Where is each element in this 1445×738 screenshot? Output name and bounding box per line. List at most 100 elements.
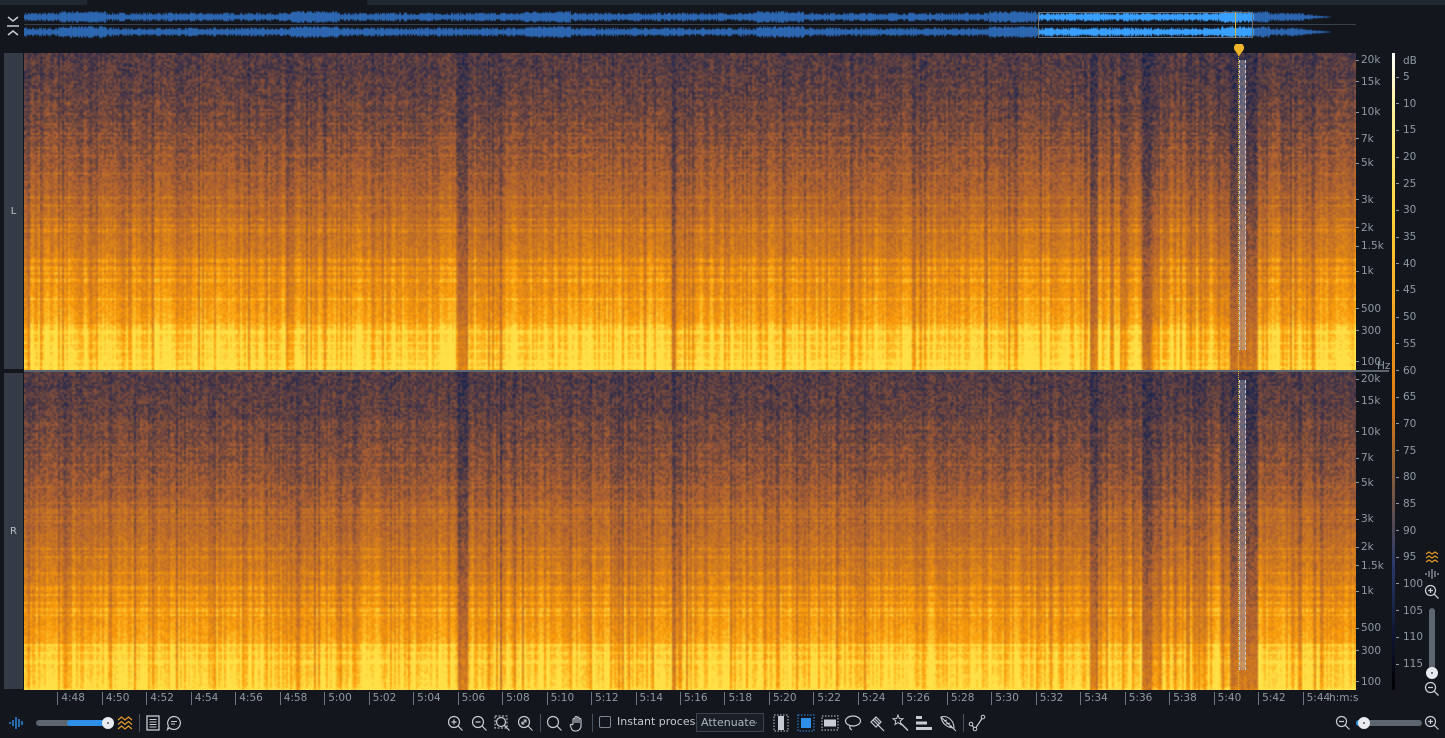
time-ruler[interactable]: 4:48 4:50 4:52 4:54 4:56 4:58 5:00 5:02 5:04 5:06… bbox=[24, 690, 1356, 706]
time-tick: 5:10 bbox=[546, 692, 574, 705]
frequency-selection-tool-icon[interactable] bbox=[820, 712, 840, 734]
brush-tool-icon[interactable] bbox=[867, 712, 887, 734]
collapse-expand-icon[interactable] bbox=[6, 14, 24, 38]
zoom-in-time-icon[interactable] bbox=[446, 712, 464, 734]
frequency-tick: 500 bbox=[1356, 303, 1381, 315]
db-tick: 60 bbox=[1396, 365, 1416, 377]
file-info-icon[interactable] bbox=[144, 712, 162, 734]
frequency-axis-right[interactable]: 20k 15k 10k 7k 5k 3k 2k 1.5k 1k 500 300 100 bbox=[1356, 372, 1392, 690]
zoom-to-selection-icon[interactable] bbox=[493, 712, 511, 734]
horizontal-zoom-slider[interactable] bbox=[1356, 717, 1422, 729]
time-tick: 5:28 bbox=[946, 692, 974, 705]
toolbar-divider bbox=[963, 714, 964, 732]
db-tick: 85 bbox=[1396, 498, 1416, 510]
zoom-tool-icon[interactable] bbox=[545, 712, 563, 734]
waveform-view-icon[interactable] bbox=[8, 712, 26, 734]
instant-process-label[interactable]: Instant process bbox=[617, 715, 701, 728]
zoom-out-time-icon[interactable] bbox=[470, 712, 488, 734]
horizontal-zoom-out-icon[interactable] bbox=[1334, 712, 1352, 734]
overview-playhead bbox=[1234, 12, 1236, 38]
frequency-tick: 3k bbox=[1356, 194, 1374, 206]
db-tick: 110 bbox=[1396, 631, 1423, 643]
frequency-axis-left[interactable]: 20k 15k 10k 7k 5k 3k 2k 1.5k 1k 500 300 100 bbox=[1356, 53, 1392, 370]
instant-process-checkbox[interactable] bbox=[599, 716, 611, 728]
vertical-zoom-out-icon[interactable] bbox=[1424, 681, 1440, 697]
db-tick: 25 bbox=[1396, 178, 1416, 190]
time-frequency-selection-tool-icon[interactable] bbox=[796, 712, 816, 734]
time-tick: 4:52 bbox=[146, 692, 174, 705]
channel-label-left[interactable]: L bbox=[4, 53, 23, 369]
time-tick: 5:00 bbox=[324, 692, 352, 705]
frequency-tick: 5k bbox=[1356, 157, 1374, 169]
selection-region-left[interactable] bbox=[1239, 60, 1246, 350]
vertical-zoom-thumb[interactable] bbox=[1426, 667, 1438, 679]
lasso-tool-icon[interactable] bbox=[843, 712, 863, 734]
spectrogram-mode-icon[interactable] bbox=[1424, 549, 1440, 565]
spectrogram-left-channel[interactable] bbox=[24, 53, 1356, 370]
db-tick: 105 bbox=[1396, 605, 1423, 617]
time-tick: 4:56 bbox=[235, 692, 263, 705]
db-tick: 100 bbox=[1396, 578, 1423, 590]
time-tick: 5:02 bbox=[368, 692, 396, 705]
magic-wand-tool-icon[interactable] bbox=[891, 712, 911, 734]
db-tick: 5 bbox=[1396, 71, 1410, 83]
time-tick: 5:36 bbox=[1124, 692, 1152, 705]
db-tick: 15 bbox=[1396, 124, 1416, 136]
time-tick: 5:42 bbox=[1258, 692, 1286, 705]
time-tick: 5:14 bbox=[635, 692, 663, 705]
toolbar-divider bbox=[139, 714, 140, 732]
process-mode-dropdown[interactable]: Attenuate ⌄ bbox=[696, 713, 764, 732]
frequency-tick: 7k bbox=[1356, 452, 1374, 464]
horizontal-zoom-thumb[interactable] bbox=[1358, 717, 1370, 729]
waveform-mode-icon[interactable] bbox=[1424, 566, 1440, 582]
playhead-marker-icon[interactable] bbox=[1233, 42, 1245, 56]
frequency-tick: 1k bbox=[1356, 585, 1374, 597]
db-tick: 40 bbox=[1396, 258, 1416, 270]
db-tick: 30 bbox=[1396, 204, 1416, 216]
db-tick: 35 bbox=[1396, 231, 1416, 243]
vertical-zoom-slider[interactable] bbox=[1429, 608, 1435, 676]
db-tick: 95 bbox=[1396, 551, 1416, 563]
spectrogram-view-icon[interactable] bbox=[116, 712, 134, 734]
hand-tool-icon[interactable] bbox=[568, 712, 586, 734]
vertical-zoom-in-icon[interactable] bbox=[1424, 584, 1440, 600]
chevron-down-icon: ⌄ bbox=[751, 717, 759, 727]
process-mode-value: Attenuate bbox=[701, 716, 756, 729]
frequency-tick: 5k bbox=[1356, 477, 1374, 489]
waveform-overview[interactable] bbox=[0, 8, 1445, 42]
spectrogram-right-channel[interactable] bbox=[24, 372, 1356, 690]
time-tick: 4:58 bbox=[279, 692, 307, 705]
time-tick: 5:26 bbox=[902, 692, 930, 705]
db-tick: 20 bbox=[1396, 151, 1416, 163]
envelope-tool-icon[interactable] bbox=[967, 712, 987, 734]
db-tick: 80 bbox=[1396, 471, 1416, 483]
selection-region-right[interactable] bbox=[1239, 380, 1246, 670]
toolbar-divider bbox=[540, 714, 541, 732]
feather-tool-icon[interactable] bbox=[938, 712, 958, 734]
bottom-toolbar: Instant process Attenuate ⌄ bbox=[0, 708, 1445, 738]
playhead-line bbox=[1238, 55, 1239, 690]
active-tab[interactable] bbox=[87, 0, 367, 5]
blend-slider-thumb[interactable] bbox=[102, 717, 114, 729]
db-color-scale bbox=[1392, 53, 1395, 690]
waveform-spectrogram-blend-slider[interactable] bbox=[36, 717, 114, 729]
markers-comments-icon[interactable] bbox=[165, 712, 183, 734]
channel-label-right[interactable]: R bbox=[4, 373, 23, 689]
horizontal-zoom-in-icon[interactable] bbox=[1423, 712, 1441, 734]
time-selection-tool-icon[interactable] bbox=[772, 712, 790, 734]
time-unit-label: h:m:s bbox=[1329, 692, 1359, 704]
harmonic-selection-tool-icon[interactable] bbox=[914, 712, 934, 734]
frequency-tick: 15k bbox=[1356, 76, 1380, 88]
time-tick: 5:44 bbox=[1302, 692, 1330, 705]
time-tick: 5:22 bbox=[813, 692, 841, 705]
zoom-full-icon[interactable] bbox=[516, 712, 534, 734]
frequency-tick: 15k bbox=[1356, 395, 1380, 407]
frequency-tick: 2k bbox=[1356, 541, 1374, 553]
time-tick: 5:12 bbox=[591, 692, 619, 705]
toolbar-divider bbox=[592, 714, 593, 732]
overview-visible-range[interactable] bbox=[1037, 12, 1254, 38]
db-tick: 90 bbox=[1396, 525, 1416, 537]
time-tick: 4:50 bbox=[101, 692, 129, 705]
db-tick: 45 bbox=[1396, 284, 1416, 296]
frequency-tick: 300 bbox=[1356, 645, 1381, 657]
